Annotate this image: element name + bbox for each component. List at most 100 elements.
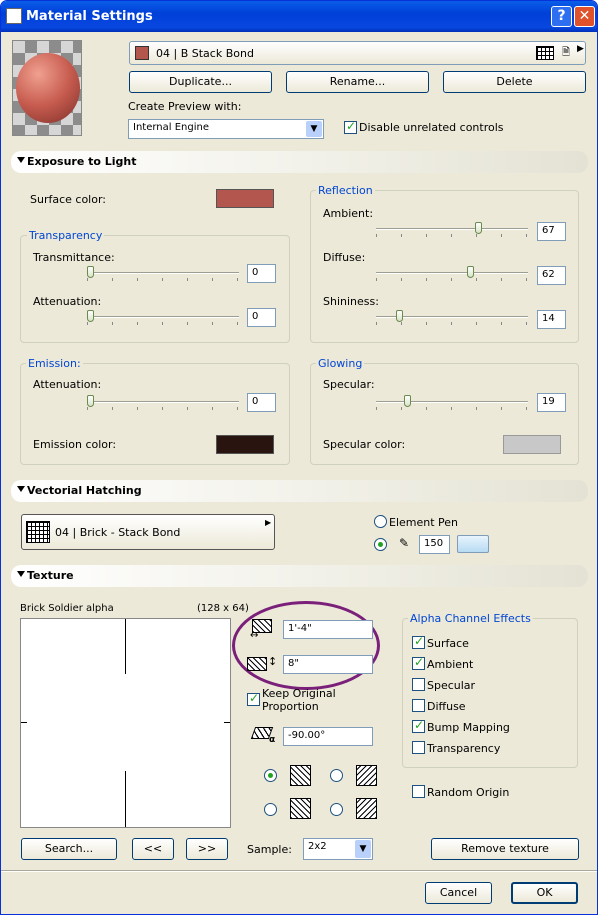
slider-track [87,401,239,403]
disable-unrelated-checkbox[interactable] [344,119,357,134]
slider-thumb[interactable] [404,395,411,407]
shininess-label: Shininess: [323,295,379,308]
origin-radio-4[interactable] [330,803,343,816]
chevron-right-icon: ▶ [577,44,584,54]
origin-pattern-4-icon [356,798,377,819]
slider-thumb[interactable] [475,222,482,234]
specular-color-label: Specular color: [323,438,406,451]
ambient-slider[interactable] [376,222,528,237]
alpha-diffuse-label: Diffuse [427,700,466,713]
remove-texture-button[interactable]: Remove texture [431,838,579,860]
origin-radio-2[interactable] [330,769,343,782]
diffuse-label: Diffuse: [323,251,366,264]
slider-thumb[interactable] [467,266,474,278]
slider-track [87,272,239,274]
rename-button[interactable]: Rename... [286,71,429,93]
transmittance-label: Transmittance: [33,251,115,264]
slider-track [376,272,528,274]
slider-thumb[interactable] [87,395,94,407]
previous-texture-button[interactable]: << [132,838,174,860]
specular-field[interactable]: 19 [537,393,566,412]
origin-radio-1[interactable] [264,769,277,782]
slider-ticks [376,278,528,281]
slider-thumb[interactable] [87,310,94,322]
app-icon [6,8,22,24]
alpha-surface-checkbox[interactable] [412,634,425,649]
transmittance-slider[interactable] [87,266,239,281]
surface-color-swatch[interactable] [216,189,274,208]
slider-ticks [376,407,528,410]
brick-texture-image [27,674,224,771]
slider-track [376,228,528,230]
alpha-transparency-label: Transparency [427,742,501,755]
delete-button[interactable]: Delete [443,71,586,93]
chevron-down-icon: ▼ [306,121,322,137]
section-exposure-title: Exposure to Light [27,155,137,168]
next-texture-button[interactable]: >> [186,838,228,860]
alpha-surface-label: Surface [427,637,469,650]
specular-slider[interactable] [376,395,528,410]
material-name: 04 | B Stack Bond [156,47,254,60]
height-icon [247,657,267,671]
window-title: Material Settings [26,9,153,24]
reflection-label: Reflection [316,184,375,197]
texture-size-highlight [232,601,380,690]
section-texture[interactable]: Texture [11,565,588,587]
emission-attenuation-slider[interactable] [87,395,239,410]
emission-attenuation-field[interactable]: 0 [247,393,276,412]
slider-ticks [376,234,528,237]
keep-proportion-label: Keep Original Proportion [262,687,336,713]
texture-height-field[interactable]: 8" [283,655,373,674]
shininess-field[interactable]: 14 [537,310,566,329]
custom-pen-radio[interactable] [374,538,387,551]
ok-button[interactable]: OK [511,882,578,904]
ambient-field[interactable]: 67 [537,222,566,241]
sample-label: Sample: [247,843,292,856]
section-hatching[interactable]: Vectorial Hatching [11,480,588,502]
section-hatching-title: Vectorial Hatching [27,484,142,497]
title-bar[interactable]: Material Settings ? ✕ [1,1,597,32]
material-selector[interactable]: 04 | B Stack Bond 🗎 ▶ [129,41,586,65]
diffuse-field[interactable]: 62 [537,266,566,285]
transparency-attenuation-field[interactable]: 0 [247,308,276,327]
transparency-attenuation-slider[interactable] [87,310,239,325]
shininess-slider[interactable] [376,310,528,325]
document-icon: 🗎 [562,47,571,58]
search-texture-button[interactable]: Search... [21,838,117,860]
slider-ticks [87,407,239,410]
diffuse-slider[interactable] [376,266,528,281]
alpha-specular-checkbox[interactable] [412,678,425,691]
specular-color-swatch[interactable] [503,435,561,454]
preview-engine-select[interactable]: Internal Engine ▼ [128,119,324,139]
origin-pattern-2-icon [356,765,377,786]
alpha-ambient-checkbox[interactable] [412,655,425,670]
transmittance-field[interactable]: 0 [247,264,276,283]
texture-size: (128 x 64) [197,603,249,614]
texture-angle-field[interactable]: -90.00° [283,727,373,746]
help-button[interactable]: ? [551,6,572,27]
material-preview [12,40,82,136]
pen-color-button[interactable] [457,535,489,553]
texture-width-field[interactable]: 1'-4" [283,620,373,639]
alpha-diffuse-checkbox[interactable] [412,699,425,712]
cancel-button[interactable]: Cancel [425,882,492,904]
slider-thumb[interactable] [396,310,403,322]
sample-select[interactable]: 2x2 ▼ [303,838,373,860]
random-origin-checkbox[interactable] [412,785,425,798]
slider-thumb[interactable] [87,266,94,278]
slider-track [376,401,528,403]
pen-number-field[interactable]: 150 [419,535,450,554]
alpha-bump-mapping-checkbox[interactable] [412,718,425,733]
duplicate-button[interactable]: Duplicate... [129,71,272,93]
brick-rows [27,674,224,771]
preview-label: Create Preview with: [128,100,242,113]
alpha-effects-label: Alpha Channel Effects [408,612,533,625]
origin-radio-3[interactable] [264,803,277,816]
fill-type-selector[interactable]: 04 | Brick - Stack Bond ▶ [21,514,275,550]
element-pen-radio[interactable] [374,515,387,528]
emission-color-swatch[interactable] [216,435,274,454]
keep-proportion-checkbox[interactable] [247,691,260,706]
alpha-transparency-checkbox[interactable] [412,741,425,754]
close-button[interactable]: ✕ [574,6,595,27]
section-exposure[interactable]: Exposure to Light [11,151,588,173]
